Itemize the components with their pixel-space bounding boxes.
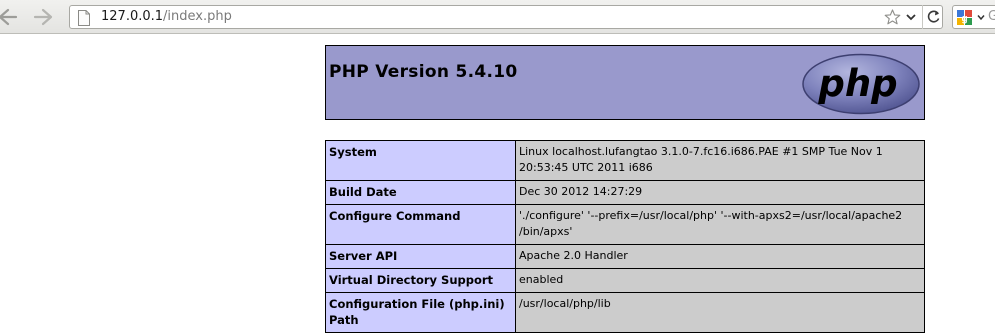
forward-arrow-icon — [33, 8, 53, 26]
table-row: Server API Apache 2.0 Handler — [325, 244, 925, 269]
table-row: Configure Command './configure' '--prefi… — [325, 204, 925, 245]
row-value: Dec 30 2012 14:27:29 — [515, 180, 925, 205]
php-version-title: PHP Version 5.4.10 — [329, 62, 518, 82]
row-label: Configure Command — [325, 204, 516, 245]
row-label: Build Date — [325, 180, 516, 205]
reload-button[interactable] — [922, 5, 944, 29]
row-value: './configure' '--prefix=/usr/local/php' … — [515, 204, 925, 245]
table-row: Configuration File (php.ini) Path /usr/l… — [325, 292, 925, 333]
php-logo-text: php — [817, 62, 897, 105]
search-engine-icon[interactable]: g — [956, 9, 974, 26]
url-host: 127.0.0.1 — [101, 9, 164, 24]
svg-text:g: g — [961, 14, 967, 25]
row-value: enabled — [515, 268, 925, 293]
row-label: Server API — [325, 244, 516, 269]
reload-icon — [927, 10, 940, 23]
url-path: /index.php — [163, 9, 232, 24]
url-history-chevron-down-icon[interactable] — [906, 13, 916, 21]
row-value: Apache 2.0 Handler — [515, 244, 925, 269]
bookmark-star-icon[interactable] — [884, 9, 901, 25]
table-row: Build Date Dec 30 2012 14:27:29 — [325, 180, 925, 205]
row-value: /usr/local/php/lib — [515, 292, 925, 333]
php-version-header: PHP Version 5.4.10 php — [325, 45, 925, 120]
php-info-table: System Linux localhost.lufangtao 3.1.0-7… — [325, 140, 925, 333]
search-engine-chevron-down-icon[interactable] — [977, 14, 985, 21]
back-button[interactable] — [0, 7, 18, 27]
search-input-placeholder: G — [988, 9, 995, 24]
url-bar[interactable]: 127.0.0.1/index.php — [69, 5, 943, 29]
url-text[interactable]: 127.0.0.1/index.php — [101, 9, 232, 25]
row-label: Virtual Directory Support — [325, 268, 516, 293]
row-label: Configuration File (php.ini) Path — [325, 292, 516, 333]
row-label: System — [325, 140, 516, 181]
back-arrow-icon — [0, 8, 18, 26]
forward-button[interactable] — [33, 7, 57, 27]
php-logo[interactable]: php — [801, 53, 921, 115]
browser-toolbar: 127.0.0.1/index.php g G — [0, 0, 995, 34]
page-icon — [78, 10, 90, 26]
row-value: Linux localhost.lufangtao 3.1.0-7.fc16.i… — [515, 140, 925, 181]
search-bar[interactable]: g G — [952, 5, 995, 29]
table-row: System Linux localhost.lufangtao 3.1.0-7… — [325, 140, 925, 181]
table-row: Virtual Directory Support enabled — [325, 268, 925, 293]
